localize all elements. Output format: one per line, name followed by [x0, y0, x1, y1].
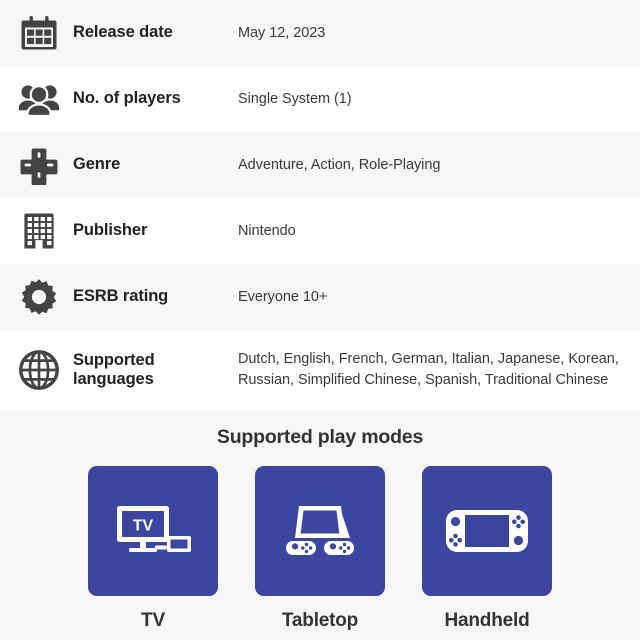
spec-row-supported-languages: Supported languages Dutch, English, Fren…: [0, 330, 640, 410]
building-icon: [0, 211, 73, 251]
spec-label: No. of players: [73, 89, 181, 108]
spec-label: Genre: [73, 155, 121, 174]
spec-row-genre: Genre Adventure, Action, Role-Playing: [0, 132, 640, 198]
spec-label: ESRB rating: [73, 287, 169, 306]
tabletop-mode-icon: [286, 506, 354, 555]
play-mode-tv[interactable]: TV TV: [88, 466, 218, 632]
spec-row-esrb-rating: ESRB rating Everyone 10+: [0, 264, 640, 330]
play-modes-title: Supported play modes: [216, 426, 424, 448]
play-mode-card[interactable]: [422, 466, 552, 596]
spec-label: Release date: [73, 23, 173, 42]
spec-label: Publisher: [73, 221, 148, 240]
supported-play-modes-section: Supported play modes TV TV Tabletop Hand…: [0, 410, 640, 640]
play-mode-label: Handheld: [444, 610, 530, 631]
play-mode-handheld[interactable]: Handheld: [422, 466, 552, 632]
spec-value: Nintendo: [238, 222, 296, 239]
play-mode-card[interactable]: [255, 466, 385, 596]
spec-label: Supported languages: [73, 350, 155, 388]
spec-value: Adventure, Action, Role-Playing: [238, 156, 441, 173]
play-mode-tabletop[interactable]: Tabletop: [255, 466, 385, 632]
spec-row-players: No. of players Single System (1): [0, 66, 640, 132]
gear-icon: [0, 277, 73, 317]
calendar-icon: [0, 13, 73, 53]
play-mode-card[interactable]: TV: [88, 466, 218, 596]
spec-value: Single System (1): [238, 90, 352, 107]
spec-value: Dutch, English, French, German, Italian,…: [238, 351, 619, 388]
svg-text:TV: TV: [133, 518, 154, 535]
dpad-icon: [0, 145, 73, 185]
tv-mode-icon: TV: [117, 506, 191, 552]
handheld-mode-icon: [446, 510, 528, 552]
play-mode-label: Tabletop: [281, 610, 359, 631]
game-details-page: Release date May 12, 2023 No. of players…: [0, 0, 640, 640]
play-mode-label: TV: [141, 610, 165, 631]
spec-row-release-date: Release date May 12, 2023: [0, 0, 640, 66]
globe-icon: [0, 349, 73, 391]
play-mode-card-list: TV TV Tabletop Handheld: [88, 466, 552, 632]
spec-value: May 12, 2023: [238, 24, 326, 41]
spec-value: Everyone 10+: [238, 288, 328, 305]
players-group-icon: [0, 79, 73, 119]
spec-row-publisher: Publisher Nintendo: [0, 198, 640, 264]
spec-table: Release date May 12, 2023 No. of players…: [0, 0, 640, 410]
